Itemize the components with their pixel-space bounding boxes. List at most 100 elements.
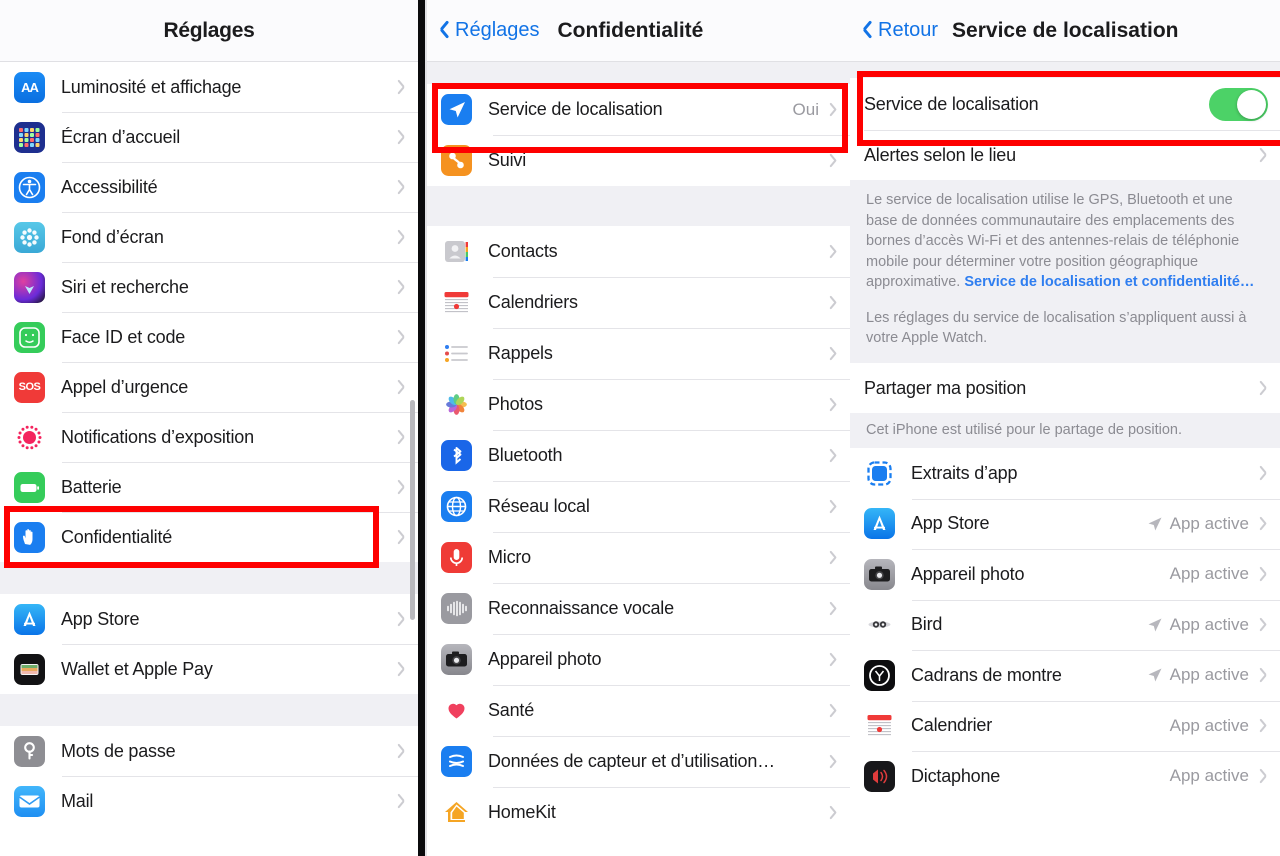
list-item[interactable]: Notifications d’exposition bbox=[0, 412, 418, 462]
list-item[interactable]: Données de capteur et d’utilisation… bbox=[427, 736, 850, 787]
share-location-footnote: Cet iPhone est utilisé pour le partage d… bbox=[850, 413, 1280, 449]
list-item[interactable]: Reconnaissance vocale bbox=[427, 583, 850, 634]
list-item-accessory bbox=[829, 346, 838, 362]
location-services-toggle-row[interactable]: Service de localisation bbox=[850, 78, 1280, 130]
list-item[interactable]: Bluetooth bbox=[427, 430, 850, 481]
chevron-right-icon bbox=[1259, 617, 1268, 633]
list-item-accessory bbox=[829, 550, 838, 566]
reminders-icon bbox=[441, 338, 472, 369]
list-item-accessory bbox=[829, 499, 838, 515]
list-item[interactable]: Réseau local bbox=[427, 481, 850, 532]
right-navbar: Retour Service de localisation bbox=[850, 0, 1280, 62]
chevron-right-icon bbox=[1259, 667, 1268, 683]
settings-group: Mots de passe Mail bbox=[0, 726, 418, 826]
list-item[interactable]: Micro bbox=[427, 532, 850, 583]
bluetooth-icon bbox=[441, 440, 472, 471]
contacts-icon bbox=[441, 236, 472, 267]
calendar-icon bbox=[864, 710, 895, 742]
chevron-right-icon bbox=[397, 129, 406, 145]
list-item[interactable]: Fond d’écran bbox=[0, 212, 418, 262]
back-button-retour[interactable]: Retour bbox=[850, 19, 938, 42]
list-item[interactable]: Écran d’accueil bbox=[0, 112, 418, 162]
sensor-data-icon bbox=[441, 746, 472, 777]
health-icon bbox=[441, 695, 472, 726]
list-item-accessory bbox=[397, 479, 406, 495]
list-item[interactable]: Extraits d’app bbox=[850, 448, 1280, 499]
group-separator bbox=[0, 562, 418, 594]
list-item[interactable]: HomeKit bbox=[427, 787, 850, 838]
group-separator bbox=[427, 186, 850, 226]
privacy-policy-link[interactable]: Service de localisation et confidentiali… bbox=[964, 274, 1254, 290]
chevron-right-icon bbox=[1259, 147, 1268, 163]
list-item-accessory bbox=[397, 661, 406, 677]
list-item-accessory: App active bbox=[1147, 665, 1268, 685]
list-item[interactable]: Face ID et code bbox=[0, 312, 418, 362]
list-item[interactable]: Dictaphone App active bbox=[850, 751, 1280, 802]
toggle-knob bbox=[1237, 89, 1266, 119]
list-item[interactable]: Santé bbox=[427, 685, 850, 736]
watch-faces-icon bbox=[864, 659, 895, 691]
list-item[interactable]: Service de localisation Oui bbox=[427, 84, 850, 135]
list-item-label: Données de capteur et d’utilisation… bbox=[488, 751, 775, 771]
page-title: Réglages bbox=[163, 18, 255, 42]
alertes-selon-le-lieu-label: Alertes selon le lieu bbox=[864, 144, 1016, 165]
list-item-value: Oui bbox=[792, 99, 819, 119]
list-item-label: Luminosité et affichage bbox=[61, 76, 242, 97]
list-item[interactable]: Siri et recherche bbox=[0, 262, 418, 312]
list-item-label: Appareil photo bbox=[911, 563, 1025, 584]
list-item[interactable]: Calendriers bbox=[427, 277, 850, 328]
display-brightness-icon: AA bbox=[14, 71, 45, 103]
list-item[interactable]: SOS Appel d’urgence bbox=[0, 362, 418, 412]
partager-ma-position-row[interactable]: Partager ma position bbox=[850, 363, 1280, 414]
list-item[interactable]: Suivi bbox=[427, 135, 850, 186]
mail-icon bbox=[14, 785, 45, 817]
list-item-label: Notifications d’exposition bbox=[61, 426, 254, 447]
list-item-accessory bbox=[397, 79, 406, 95]
list-item-accessory: App active bbox=[1170, 564, 1268, 584]
list-item-accessory bbox=[829, 448, 838, 464]
alertes-selon-le-lieu-row[interactable]: Alertes selon le lieu bbox=[850, 130, 1280, 180]
list-item[interactable]: Calendrier App active bbox=[850, 700, 1280, 752]
list-item[interactable]: Batterie bbox=[0, 462, 418, 512]
list-item-label: App Store bbox=[61, 608, 140, 629]
list-item[interactable]: Cadrans de montre App active bbox=[850, 650, 1280, 701]
list-item-label: Fond d’écran bbox=[61, 226, 164, 247]
chevron-right-icon bbox=[1259, 718, 1268, 734]
list-item-value: App active bbox=[1169, 513, 1249, 533]
chevron-right-icon bbox=[1259, 566, 1268, 582]
list-item[interactable]: Appareil photo App active bbox=[850, 549, 1280, 600]
list-item-accessory bbox=[829, 295, 838, 311]
list-item[interactable]: Confidentialité bbox=[0, 512, 418, 562]
list-item[interactable]: Photos bbox=[427, 379, 850, 430]
list-item-accessory bbox=[829, 601, 838, 617]
list-item-accessory bbox=[397, 743, 406, 759]
chevron-right-icon bbox=[1259, 516, 1268, 532]
list-item[interactable]: App Store App active bbox=[850, 498, 1280, 550]
list-item[interactable]: Mail bbox=[0, 776, 418, 826]
list-item[interactable]: Mots de passe bbox=[0, 726, 418, 776]
list-item-accessory bbox=[397, 529, 406, 545]
privacy-hand-icon bbox=[14, 521, 45, 553]
list-item[interactable]: Appareil photo bbox=[427, 634, 850, 685]
list-item-accessory bbox=[397, 279, 406, 295]
list-item-label: Suivi bbox=[488, 150, 527, 170]
list-item[interactable]: Bird App active bbox=[850, 599, 1280, 651]
back-button-reglages[interactable]: Réglages bbox=[427, 19, 540, 42]
bird-icon bbox=[864, 609, 895, 641]
list-item-label: Calendrier bbox=[911, 715, 993, 736]
list-item[interactable]: AA Luminosité et affichage bbox=[0, 62, 418, 112]
list-item-accessory bbox=[829, 244, 838, 260]
list-item-accessory bbox=[397, 793, 406, 809]
list-item-label: Calendriers bbox=[488, 292, 578, 312]
list-item[interactable]: Accessibilité bbox=[0, 162, 418, 212]
list-item-accessory bbox=[829, 153, 838, 169]
list-item[interactable]: Contacts bbox=[427, 226, 850, 277]
list-item[interactable]: Wallet et Apple Pay bbox=[0, 644, 418, 694]
privacy-group: Contacts Calendriers Rappels Photos Bluetoot… bbox=[427, 226, 850, 838]
left-scrollbar[interactable] bbox=[410, 400, 415, 620]
partager-ma-position-label: Partager ma position bbox=[864, 377, 1027, 398]
description-paragraph-2: Les réglages du service de localisation … bbox=[866, 309, 1247, 347]
list-item[interactable]: App Store bbox=[0, 594, 418, 644]
list-item[interactable]: Rappels bbox=[427, 328, 850, 379]
location-services-toggle[interactable] bbox=[1209, 87, 1268, 121]
